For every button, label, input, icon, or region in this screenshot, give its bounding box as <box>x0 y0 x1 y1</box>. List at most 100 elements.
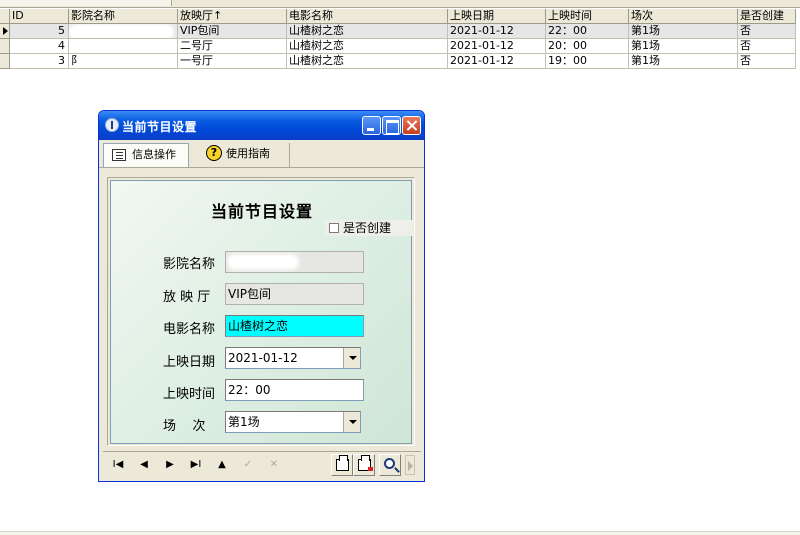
row-indicator <box>0 24 10 39</box>
cell-id[interactable]: 4 <box>10 39 69 54</box>
app-icon <box>105 118 119 132</box>
magnifier-icon <box>384 458 395 469</box>
tab-label: 使用指南 <box>226 147 270 160</box>
last-record-button[interactable]: ▶I <box>185 457 207 473</box>
form-panel: 当前节目设置 是否创建 影院名称 放 映 厅 VIP包间 电影名称 山楂树之恋 … <box>107 177 415 446</box>
showtime-field[interactable]: 22：00 <box>225 379 364 401</box>
tab-info-operation[interactable]: 信息操作 <box>103 143 189 167</box>
prior-record-button[interactable]: ◀ <box>133 457 155 473</box>
list-icon <box>112 149 126 161</box>
insert-record-button[interactable]: ▲ <box>211 457 233 473</box>
col-header-cinema[interactable]: 影院名称 <box>69 9 178 24</box>
cancel-edit-button[interactable]: ✕ <box>263 457 285 473</box>
window-title: 当前节目设置 <box>122 120 198 134</box>
table-row[interactable]: 3 阝 一号厅 山楂树之恋 2021-01-12 19：00 第1场 否 <box>0 54 800 69</box>
tab-bar: 信息操作 ? 使用指南 <box>99 140 424 168</box>
grid-header-row: ID 影院名称 放映厅↑ 电影名称 上映日期 上映时间 场次 是否创建 <box>0 9 800 24</box>
cell-created[interactable]: 否 <box>738 54 796 69</box>
movie-name-field[interactable]: 山楂树之恋 <box>225 315 364 337</box>
cell-hall[interactable]: VIP包间 <box>178 24 287 39</box>
col-header-date[interactable]: 上映日期 <box>448 9 546 24</box>
redaction-blur <box>71 41 131 51</box>
col-header-movie[interactable]: 电影名称 <box>287 9 448 24</box>
minimize-button[interactable] <box>362 116 381 135</box>
print-preview-button[interactable] <box>379 454 401 476</box>
cell-date[interactable]: 2021-01-12 <box>448 24 546 39</box>
cell-cinema[interactable]: 阝 <box>69 54 178 69</box>
header-indicator <box>0 9 10 24</box>
next-record-button[interactable]: ▶ <box>159 457 181 473</box>
tab-label: 信息操作 <box>132 148 176 161</box>
row-indicator <box>0 54 10 69</box>
col-header-time[interactable]: 上映时间 <box>546 9 629 24</box>
col-header-id[interactable]: ID <box>10 9 69 24</box>
release-date-value: 2021-01-12 <box>228 351 298 365</box>
record-navigator: I◀ ◀ ▶ ▶I ▲ ✓ ✕ <box>103 451 421 477</box>
row-indicator <box>0 39 10 54</box>
col-header-session[interactable]: 场次 <box>629 9 738 24</box>
session-label: 场 次 <box>163 419 206 434</box>
cell-movie[interactable]: 山楂树之恋 <box>287 24 448 39</box>
cell-time[interactable]: 19：00 <box>546 54 629 69</box>
cell-created[interactable]: 否 <box>738 24 796 39</box>
top-tab-stub <box>0 0 172 6</box>
checkbox-box[interactable] <box>329 223 339 233</box>
cell-created[interactable]: 否 <box>738 39 796 54</box>
created-checkbox[interactable]: 是否创建 <box>325 220 413 236</box>
redaction-blur <box>230 257 296 267</box>
col-header-hall[interactable]: 放映厅↑ <box>178 9 287 24</box>
hall-label: 放 映 厅 <box>163 290 211 305</box>
top-toolbar-strip <box>0 0 800 8</box>
session-value: 第1场 <box>228 415 260 429</box>
col-header-created[interactable]: 是否创建 <box>738 9 796 24</box>
cell-time[interactable]: 22：00 <box>546 24 629 39</box>
showtimes-grid[interactable]: ID 影院名称 放映厅↑ 电影名称 上映日期 上映时间 场次 是否创建 5 VI… <box>0 9 800 69</box>
movie-name-label: 电影名称 <box>163 322 216 337</box>
redaction-blur <box>71 27 171 37</box>
form-area: 当前节目设置 是否创建 影院名称 放 映 厅 VIP包间 电影名称 山楂树之恋 … <box>110 180 413 444</box>
cell-hall[interactable]: 二号厅 <box>178 39 287 54</box>
form-title: 当前节目设置 <box>210 202 313 221</box>
tab-user-guide[interactable]: ? 使用指南 <box>198 143 290 167</box>
cell-time[interactable]: 20：00 <box>546 39 629 54</box>
release-date-picker[interactable]: 2021-01-12 <box>225 347 361 369</box>
cell-cinema-text: 阝 <box>71 54 82 67</box>
cell-session[interactable]: 第1场 <box>629 54 738 69</box>
cell-movie[interactable]: 山楂树之恋 <box>287 39 448 54</box>
cell-id[interactable]: 5 <box>10 24 69 39</box>
print-button[interactable] <box>331 454 353 476</box>
cell-date[interactable]: 2021-01-12 <box>448 54 546 69</box>
cinema-name-label: 影院名称 <box>163 257 216 272</box>
program-settings-window: 当前节目设置 信息操作 ? 使用指南 当前节目设置 是否创建 影院名称 放 映 … <box>98 110 425 482</box>
play-button[interactable] <box>405 455 415 475</box>
cell-movie[interactable]: 山楂树之恋 <box>287 54 448 69</box>
table-row[interactable]: 4 二号厅 山楂树之恋 2021-01-12 20：00 第1场 否 <box>0 39 800 54</box>
date-dropdown-button[interactable] <box>343 348 360 368</box>
printer-setup-icon <box>358 455 373 471</box>
bottom-status-line <box>0 531 800 535</box>
window-titlebar[interactable]: 当前节目设置 <box>99 111 424 140</box>
cell-session[interactable]: 第1场 <box>629 24 738 39</box>
hall-field[interactable]: VIP包间 <box>225 283 364 305</box>
printer-icon <box>336 455 349 471</box>
cell-session[interactable]: 第1场 <box>629 39 738 54</box>
print-setup-button[interactable] <box>353 454 375 476</box>
cell-hall[interactable]: 一号厅 <box>178 54 287 69</box>
close-button[interactable] <box>402 116 421 135</box>
current-row-arrow-icon <box>3 27 8 35</box>
cell-cinema[interactable] <box>69 24 178 39</box>
first-record-button[interactable]: I◀ <box>107 457 129 473</box>
created-checkbox-label: 是否创建 <box>343 221 392 235</box>
session-select[interactable]: 第1场 <box>225 411 361 433</box>
redaction-blur <box>83 56 123 66</box>
session-dropdown-button[interactable] <box>343 412 360 432</box>
cell-id[interactable]: 3 <box>10 54 69 69</box>
cell-cinema[interactable] <box>69 39 178 54</box>
table-row[interactable]: 5 VIP包间 山楂树之恋 2021-01-12 22：00 第1场 否 <box>0 24 800 39</box>
post-record-button[interactable]: ✓ <box>237 457 259 473</box>
help-icon: ? <box>206 145 222 161</box>
maximize-button[interactable] <box>382 116 401 135</box>
cinema-name-field[interactable] <box>225 251 364 273</box>
release-date-label: 上映日期 <box>163 355 216 370</box>
cell-date[interactable]: 2021-01-12 <box>448 39 546 54</box>
